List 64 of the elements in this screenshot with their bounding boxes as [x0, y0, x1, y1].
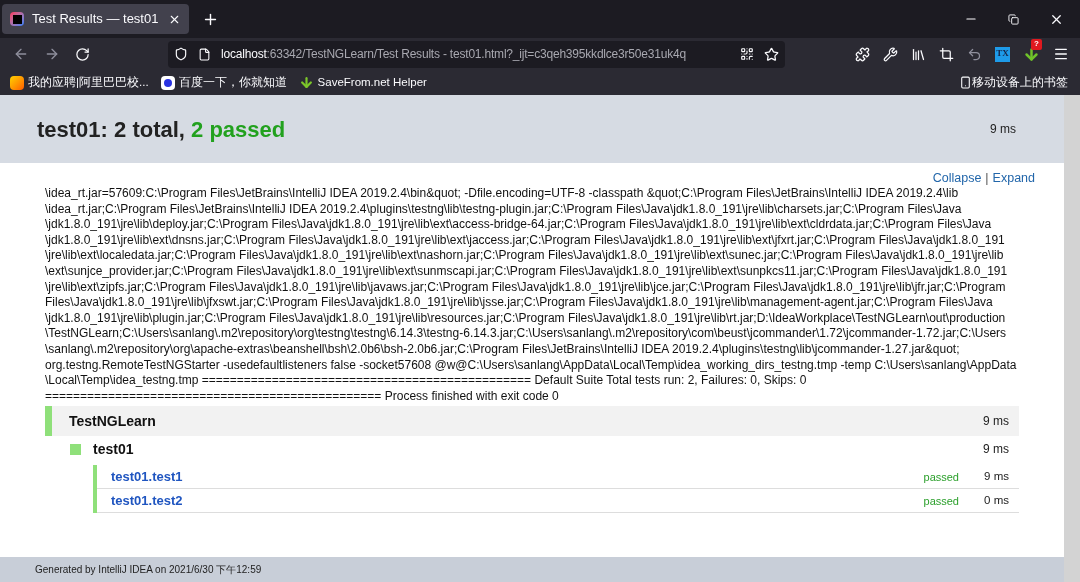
log-line: \jre\lib\ext\localedata.jar;C:\Program Files\Java\jdk1.8.0_191\jre\lib\ext\nashorn.jar;C:\Program Files\Java\jdk1.8.0_191\jre\lib\ext\sunec.jar;C:\Program Files\Java\jdk1.8.0_191\jre\lib: [45, 248, 1004, 264]
back-icon[interactable]: [13, 46, 29, 62]
menu-icon[interactable]: [1053, 46, 1069, 62]
shield-icon[interactable]: [174, 47, 188, 61]
paw-icon: [160, 75, 175, 90]
reload-icon[interactable]: [75, 46, 90, 62]
test-name: test01.test1: [111, 468, 184, 487]
log-line: \idea_rt.jar=57609:C:\Program Files\JetBrains\IntelliJ IDEA 2019.2.4\bin&quot; -Dfile.encoding=UTF-8 -classpath &quot;C:\Program Files\JetBrains\IntelliJ IDEA 2019.2.4\lib: [45, 186, 959, 202]
expand-link[interactable]: Expand: [992, 170, 1035, 186]
bookmark-item[interactable]: 百度一下，你就知道: [160, 73, 287, 92]
suite-name: TestNGLearn: [69, 411, 157, 431]
address-bar[interactable]: localhost:63342/TestNGLearn/Test Results - test01.html?_ijt=c3qeh395kkdlce3r50e31uk4q: [168, 40, 785, 68]
url-text: localhost:63342/TestNGLearn/Test Results - test01.html?_ijt=c3qeh395kkdlce3r50e31uk4q: [221, 46, 686, 63]
test-status: passed: [923, 469, 959, 485]
mobile-bookmarks[interactable]: 移动设备上的书签: [959, 73, 1068, 92]
test-duration: 9 ms: [983, 469, 1009, 485]
log-line: \idea_rt.jar;C:\Program Files\JetBrains\IntelliJ IDEA 2019.2.4\plugins\testng\lib\testng-plugin.jar;C:\Program Files\Java\jdk1.8.0_191\jre\lib\charsets.jar;C:\Program Files\Java: [45, 201, 962, 218]
link-separator: |: [985, 170, 989, 186]
suite-row[interactable]: TestNGLearn 9 ms: [45, 406, 1019, 437]
collapse-link[interactable]: Collapse: [932, 170, 982, 186]
scrollbar[interactable]: [1064, 95, 1080, 582]
wrench-icon[interactable]: [883, 46, 898, 62]
log-line: \ext\sunjce_provider.jar;C:\Program Files\Java\jdk1.8.0_191\jre\lib\ext\sunmscapi.jar;C:\Program Files\Java\jdk1.8.0_191\jre\lib\ext\sunpkcs11.jar;C:\Program Files\Java\jdk1.8.0_191: [45, 263, 1008, 280]
undo-icon[interactable]: [967, 46, 982, 62]
test-row[interactable]: test01.test1 passed 9 ms: [97, 465, 1019, 490]
suite-duration: 9 ms: [983, 413, 1009, 431]
test-status: passed: [923, 493, 959, 509]
log-line: \jdk1.8.0_191\jre\lib\plugin.jar;C:\Program Files\Java\jdk1.8.0_191\jre\lib\resources.jar;C:\Program Files\Java\jdk1.8.0_191\jre\lib\rt.jar;D:\IdeaWorkplace\TestNGLearn\out\production: [45, 310, 1006, 327]
summary-title: test01: 2 total, 2 passed: [37, 115, 286, 144]
total-duration: 9 ms: [990, 121, 1016, 138]
tab-title: Test Results — test01: [32, 10, 160, 29]
library-icon[interactable]: [911, 46, 926, 62]
log-line: \jdk1.8.0_191\jre\lib\ext\dnsns.jar;C:\Program Files\Java\jdk1.8.0_191\jre\lib\ext\jaccess.jar;C:\Program Files\Java\jdk1.8.0_191\jre\lib\ext\jfxrt.jar;C:\Program Files\Java\jdk1.8.0_191: [45, 232, 1005, 249]
forward-icon[interactable]: [44, 46, 60, 62]
app-icon: [10, 12, 24, 26]
test-row[interactable]: test01.test2 passed 0 ms: [97, 489, 1019, 514]
log-line: \Local\Temp\idea_testng.tmp =============================================== Default Suite Total tests run: 2, Failures: 0, Skips: 0: [45, 373, 807, 389]
class-duration: 9 ms: [983, 441, 1009, 459]
log-line: \sanlang\.m2\repository\org\apache-extras\beanshell\bsh\2.0b6\bsh-2.0b6.jar;C:\Program Files\JetBrains\IntelliJ IDEA 2019.2.4\plugins\testng\lib\jcommander-1.27.jar&quot;: [45, 341, 960, 358]
phone-icon: [959, 76, 972, 89]
bookmark-item[interactable]: SaveFrom.net Helper: [298, 73, 427, 92]
log-line: \jre\lib\ext\zipfs.jar;C:\Program Files\Java\jdk1.8.0_191\jre\lib\javaws.jar;C:\Program Files\Java\jdk1.8.0_191\jre\lib\jce.jar;C:\Program Files\Java\jdk1.8.0_191\jre\lib\jfr.jar;C:\Program: [45, 279, 1006, 296]
log-line: \TestNGLearn;C:\Users\sanlang\.m2\repository\org\testng\testng\6.14.3\testng-6.14.3.jar;C:\Users\sanlang\.m2\repository\com\beust\jcommander\1.72\jcommander-1.72.jar;C:\Users: [45, 326, 1007, 342]
log-line: ================================================ Process finished with exit code 0: [45, 388, 559, 405]
generated-by-text: Generated by IntelliJ IDEA on 2021/6/30 下午12:59: [35, 563, 262, 577]
tx-extension-icon[interactable]: TX: [995, 46, 1010, 62]
bookmark-item[interactable]: 我的应聘|阿里巴巴校...: [10, 73, 149, 92]
log-line: Files\Java\jdk1.8.0_191\jre\lib\jfxswt.jar;C:\Program Files\Java\jdk1.8.0_191\jre\lib\jsse.jar;C:\Program Files\Java\jdk1.8.0_191\jre\lib\management-agent.jar;C:\Program Files\Java: [45, 295, 993, 311]
qr-code-icon[interactable]: [740, 47, 754, 61]
test-duration: 0 ms: [983, 493, 1009, 509]
class-name: test01: [93, 439, 135, 459]
test-name: test01.test2: [111, 492, 184, 511]
page-icon[interactable]: [198, 47, 211, 61]
extensions-icon[interactable]: [855, 46, 870, 62]
notification-badge: ?: [1031, 38, 1042, 50]
browser-tab[interactable]: Test Results — test01: [2, 4, 189, 34]
bookmark-star-icon[interactable]: [764, 46, 779, 62]
download-arrow-icon: [298, 75, 314, 90]
restore-icon[interactable]: [1008, 13, 1019, 25]
log-line: org.testng.RemoteTestNGStarter -usedefaultlisteners false -socket57608 @w@C:\Users\sanlang\AppData\Local\Temp\idea_working_dirs_testng.tmp -temp C:\Users\sanlang\AppData: [45, 357, 1017, 374]
pass-marker-icon: [70, 443, 81, 455]
crop-icon[interactable]: [939, 46, 954, 62]
log-line: \jdk1.8.0_191\jre\lib\deploy.jar;C:\Program Files\Java\jdk1.8.0_191\jre\lib\ext\access-bridge-64.jar;C:\Program Files\Java\jdk1.8.0_191\jre\lib\ext\cldrdata.jar;C:\Program Files\Java: [45, 217, 992, 233]
bookmark-favicon-icon: [10, 75, 24, 90]
